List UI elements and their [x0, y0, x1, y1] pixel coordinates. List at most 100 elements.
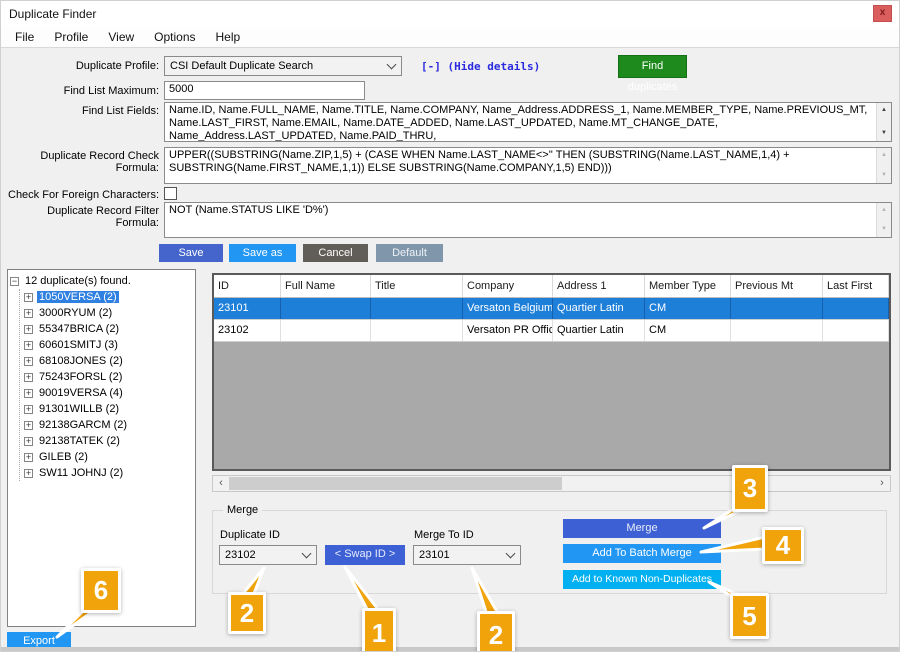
- expand-icon[interactable]: +: [24, 309, 33, 318]
- filter-formula-textarea[interactable]: NOT (Name.STATUS LIKE 'D%') ▲ ▼: [164, 202, 892, 238]
- duplicate-profile-select[interactable]: CSI Default Duplicate Search: [164, 56, 402, 76]
- expand-icon[interactable]: +: [24, 373, 33, 382]
- scroll-up-icon[interactable]: ▲: [881, 104, 887, 117]
- duplicate-profile-value: CSI Default Duplicate Search: [170, 60, 313, 72]
- callout-badge-2b: 2: [477, 611, 515, 652]
- menu-bar: File Profile View Options Help: [1, 27, 900, 48]
- scrollbar-thumb[interactable]: [229, 477, 562, 490]
- expand-icon[interactable]: +: [24, 293, 33, 302]
- tree-children: +1050VERSA (2) +3000RYUM (2) +55347BRICA…: [19, 289, 193, 481]
- tree-item-label[interactable]: 91301WILLB (2): [37, 403, 121, 415]
- textarea-scrollbar[interactable]: ▲ ▼: [876, 148, 891, 183]
- expand-icon[interactable]: +: [24, 421, 33, 430]
- expand-icon[interactable]: +: [24, 405, 33, 414]
- cancel-button[interactable]: Cancel: [303, 244, 368, 262]
- column-header-title[interactable]: Title: [371, 275, 463, 297]
- add-to-batch-merge-button[interactable]: Add To Batch Merge: [563, 544, 721, 563]
- scroll-up-icon[interactable]: ▲: [881, 204, 887, 217]
- tree-item-label[interactable]: 68108JONES (2): [37, 355, 125, 367]
- find-list-fields-textarea[interactable]: Name.ID, Name.FULL_NAME, Name.TITLE, Nam…: [164, 102, 892, 142]
- expand-icon[interactable]: +: [24, 357, 33, 366]
- tree-item-label[interactable]: SW11 JOHNJ (2): [37, 467, 125, 479]
- scroll-up-icon[interactable]: ▲: [881, 149, 887, 162]
- tree-item[interactable]: +68108JONES (2): [20, 353, 193, 369]
- expand-icon[interactable]: +: [24, 437, 33, 446]
- column-header-last-first[interactable]: Last First: [823, 275, 889, 297]
- tree-item[interactable]: +90019VERSA (4): [20, 385, 193, 401]
- find-list-maximum-input[interactable]: 5000: [164, 81, 365, 100]
- menu-profile[interactable]: Profile: [44, 28, 98, 46]
- save-button[interactable]: Save: [159, 244, 223, 262]
- column-header-id[interactable]: ID: [214, 275, 281, 297]
- tree-item-label[interactable]: 92138GARCM (2): [37, 419, 129, 431]
- tree-item[interactable]: + GILEB (2): [20, 449, 193, 465]
- menu-file[interactable]: File: [5, 28, 44, 46]
- textarea-scrollbar[interactable]: ▲ ▼: [876, 203, 891, 237]
- tree-item-label[interactable]: 55347BRICA (2): [37, 323, 121, 335]
- column-header-company[interactable]: Company: [463, 275, 553, 297]
- tree-item[interactable]: +60601SMITJ (3): [20, 337, 193, 353]
- check-formula-textarea[interactable]: UPPER((SUBSTRING(Name.ZIP,1,5) + (CASE W…: [164, 147, 892, 184]
- scroll-down-icon[interactable]: ▼: [881, 169, 887, 182]
- cell-address1: Quartier Latin: [553, 298, 645, 319]
- menu-help[interactable]: Help: [206, 28, 251, 46]
- swap-id-button[interactable]: < Swap ID >: [325, 545, 405, 565]
- column-header-full-name[interactable]: Full Name: [281, 275, 371, 297]
- tree-item-label[interactable]: 92138TATEK (2): [37, 435, 122, 447]
- tree-root[interactable]: − 12 duplicate(s) found.: [10, 273, 193, 289]
- tree-item-label[interactable]: 90019VERSA (4): [37, 387, 125, 399]
- foreign-chars-label: Check For Foreign Characters:: [1, 189, 159, 201]
- column-header-previous-mt[interactable]: Previous Mt: [731, 275, 823, 297]
- save-as-button[interactable]: Save as: [229, 244, 296, 262]
- tree-item[interactable]: + SW11 JOHNJ (2): [20, 465, 193, 481]
- column-header-address1[interactable]: Address 1: [553, 275, 645, 297]
- tree-item-label[interactable]: GILEB (2): [37, 451, 90, 463]
- table-row[interactable]: 23101 Versaton Belgium Quartier Latin CM: [214, 298, 889, 320]
- expand-icon[interactable]: +: [24, 325, 33, 334]
- scroll-down-icon[interactable]: ▼: [881, 127, 887, 140]
- add-to-known-non-duplicates-button[interactable]: Add to Known Non-Duplicates: [563, 570, 721, 589]
- default-button[interactable]: Default: [376, 244, 443, 262]
- callout-badge-5: 5: [730, 593, 769, 639]
- duplicate-finder-window: Duplicate Finder x File Profile View Opt…: [0, 0, 900, 652]
- menu-view[interactable]: View: [98, 28, 144, 46]
- merge-to-id-select[interactable]: 23101: [413, 545, 521, 565]
- tree-root-label[interactable]: 12 duplicate(s) found.: [23, 275, 133, 287]
- column-header-member-type[interactable]: Member Type: [645, 275, 731, 297]
- expand-icon[interactable]: +: [24, 453, 33, 462]
- chevron-down-icon: [302, 549, 312, 559]
- tree-item-label[interactable]: 60601SMITJ (3): [37, 339, 120, 351]
- tree-item[interactable]: +92138GARCM (2): [20, 417, 193, 433]
- callout-badge-1: 1: [362, 608, 396, 652]
- find-duplicates-button[interactable]: Find duplicates: [618, 55, 687, 78]
- expand-icon[interactable]: +: [24, 469, 33, 478]
- textarea-scrollbar[interactable]: ▲ ▼: [876, 103, 891, 141]
- scroll-down-icon[interactable]: ▼: [881, 223, 887, 236]
- tree-item[interactable]: +91301WILLB (2): [20, 401, 193, 417]
- cell-member-type: CM: [645, 298, 731, 319]
- tree-item-label[interactable]: 1050VERSA (2): [37, 291, 119, 303]
- tree-item[interactable]: +3000RYUM (2): [20, 305, 193, 321]
- tree-item-label[interactable]: 3000RYUM (2): [37, 307, 114, 319]
- table-horizontal-scrollbar[interactable]: ‹ ›: [212, 475, 891, 492]
- cell-full-name: [281, 320, 371, 341]
- menu-options[interactable]: Options: [144, 28, 205, 46]
- collapse-icon[interactable]: −: [10, 277, 19, 286]
- merge-to-id-value: 23101: [419, 549, 450, 561]
- tree-item[interactable]: +1050VERSA (2): [20, 289, 193, 305]
- scroll-right-icon[interactable]: ›: [874, 476, 890, 491]
- merge-button[interactable]: Merge: [563, 519, 721, 538]
- tree-item-label[interactable]: 75243FORSL (2): [37, 371, 124, 383]
- expand-icon[interactable]: +: [24, 341, 33, 350]
- foreign-chars-checkbox[interactable]: [164, 187, 177, 200]
- table-header: ID Full Name Title Company Address 1 Mem…: [214, 275, 889, 298]
- tree-item[interactable]: +75243FORSL (2): [20, 369, 193, 385]
- expand-icon[interactable]: +: [24, 389, 33, 398]
- tree-item[interactable]: +92138TATEK (2): [20, 433, 193, 449]
- table-row[interactable]: 23102 Versaton PR Office Quartier Latin …: [214, 320, 889, 342]
- tree-item[interactable]: +55347BRICA (2): [20, 321, 193, 337]
- duplicate-id-select[interactable]: 23102: [219, 545, 317, 565]
- close-icon[interactable]: x: [873, 5, 892, 22]
- scroll-left-icon[interactable]: ‹: [213, 476, 229, 491]
- hide-details-link[interactable]: [-] (Hide details): [421, 60, 540, 73]
